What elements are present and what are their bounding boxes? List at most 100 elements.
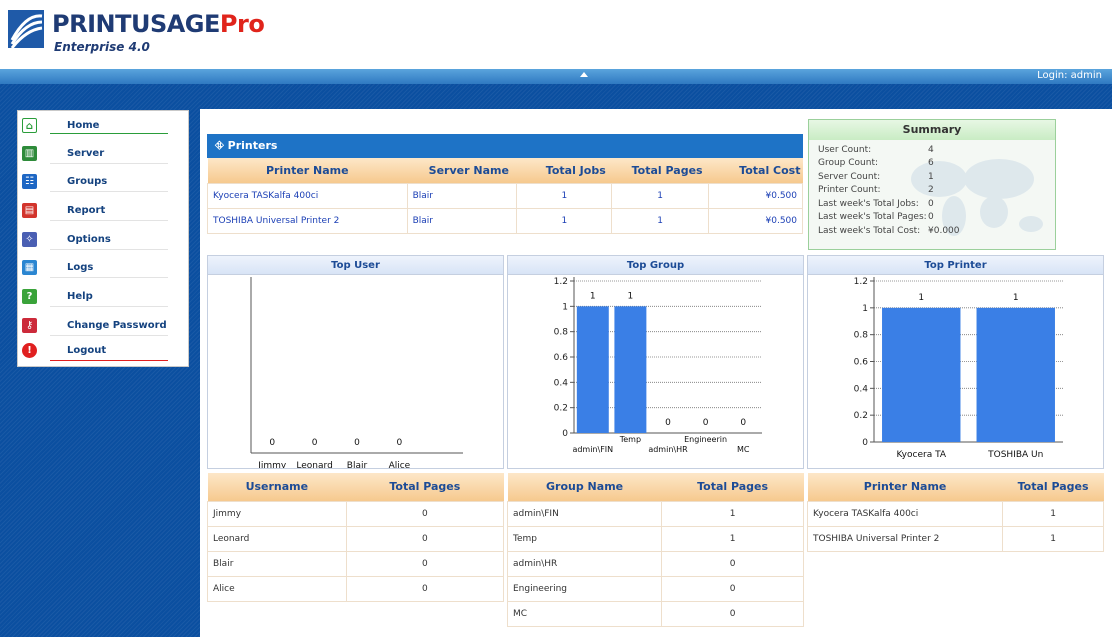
printer-pages-table: Printer Name Total Pages Kyocera TASKalf… xyxy=(806,473,1104,552)
total-jobs-cell: 1 xyxy=(516,207,613,234)
top-group-chart: 0 0.2 0.4 0.6 0.8 1 1.2 1 admin\FIN 1 Temp 0 admin\H… xyxy=(554,277,762,454)
pages-cell: 1 xyxy=(661,525,804,552)
menu-item-logout[interactable]: ! Logout xyxy=(18,338,188,366)
col-printer-name[interactable]: Printer Name xyxy=(207,158,408,183)
menu-label-options: Options xyxy=(67,234,111,245)
table-row[interactable]: TOSHIBA Universal Printer 21 xyxy=(806,525,1104,552)
col-group-total-pages[interactable]: Total Pages xyxy=(661,473,804,501)
table-row[interactable]: Jimmy 0 xyxy=(207,500,505,527)
table-row[interactable]: Kyocera TASKalfa 400ci Blair 1 1 ¥0.500 xyxy=(207,182,803,209)
menu-item-options[interactable]: ✧ Options xyxy=(18,227,188,255)
category-label: Leonard xyxy=(296,461,332,468)
pages-cell: 0 xyxy=(661,575,804,602)
table-row[interactable]: Leonard 0 xyxy=(207,525,505,552)
top-printer-chart: 0 0.2 0.4 0.6 0.8 1 1.2 1 Kyocera TA 1 TOSHIBA Un xyxy=(854,277,1063,460)
data-label: 0 xyxy=(740,418,746,428)
y-tick-label: 1 xyxy=(862,304,868,314)
summary-value: 0 xyxy=(928,199,934,209)
menu-item-groups[interactable]: ☷ Groups xyxy=(18,169,188,197)
table-row[interactable]: TOSHIBA Universal Printer 2 Blair 1 1 ¥0… xyxy=(207,207,803,234)
summary-label: User Count: xyxy=(818,145,872,155)
brand-name: PRINTUSAGE xyxy=(52,10,220,38)
brand-title: PRINTUSAGEPro xyxy=(52,10,265,38)
total-pages-cell: 1 xyxy=(611,207,710,234)
col-total-pages[interactable]: Total Pages xyxy=(611,158,709,183)
group-name-cell: MC xyxy=(506,600,663,627)
table-row[interactable]: admin\FIN 1 xyxy=(506,500,804,527)
printers-panel-title: ⛗ Printers xyxy=(207,134,803,158)
summary-value: 4 xyxy=(928,145,934,155)
col-total-cost[interactable]: Total Cost xyxy=(708,158,803,183)
y-tick-label: 0 xyxy=(862,438,868,448)
top-bar: Login: admin xyxy=(0,69,1112,84)
data-label: 0 xyxy=(354,438,360,448)
menu-active-underline xyxy=(50,133,168,134)
table-row[interactable]: MC 0 xyxy=(506,600,804,627)
printers-header-row: Printer Name Server Name Total Jobs Tota… xyxy=(207,158,803,183)
group-name-cell: admin\FIN xyxy=(506,500,663,527)
col-printer-total-pages[interactable]: Total Pages xyxy=(1002,473,1104,501)
logo-icon xyxy=(8,10,44,48)
summary-label: Last week's Total Pages: xyxy=(818,212,927,222)
menu-item-server[interactable]: ▥ Server xyxy=(18,141,188,169)
summary-value: ¥0.000 xyxy=(928,226,960,236)
total-pages-cell: 1 xyxy=(611,182,710,209)
data-label: 1 xyxy=(918,293,924,303)
summary-value: 6 xyxy=(928,158,934,168)
pages-cell: 1 xyxy=(1002,525,1104,552)
category-label: admin\FIN xyxy=(572,445,613,454)
category-label: TOSHIBA Un xyxy=(987,450,1043,460)
pages-cell: 1 xyxy=(661,500,804,527)
category-label: MC xyxy=(737,445,750,454)
table-row[interactable]: Alice 0 xyxy=(207,575,505,602)
col-username[interactable]: Username xyxy=(207,473,347,501)
y-tick-label: 1.2 xyxy=(554,277,568,287)
menu-item-logs[interactable]: ▦ Logs xyxy=(18,255,188,283)
menu-divider xyxy=(50,191,168,192)
col-printer-name-2[interactable]: Printer Name xyxy=(807,473,1003,501)
report-icon: ▤ xyxy=(22,203,37,218)
col-total-jobs[interactable]: Total Jobs xyxy=(516,158,612,183)
options-icon: ✧ xyxy=(22,232,37,247)
bar xyxy=(614,306,647,433)
menu-label-change-password: Change Password xyxy=(67,320,167,331)
username-cell: Alice xyxy=(207,575,347,602)
table-row[interactable]: Temp 1 xyxy=(506,525,804,552)
category-label: admin\HR xyxy=(648,445,688,454)
menu-label-home: Home xyxy=(67,120,100,131)
menu-item-help[interactable]: ? Help xyxy=(18,284,188,312)
username-cell: Leonard xyxy=(207,525,347,552)
menu-divider xyxy=(50,163,168,164)
pages-cell: 0 xyxy=(661,600,804,627)
col-group-name[interactable]: Group Name xyxy=(507,473,662,501)
y-tick-label: 0.2 xyxy=(854,411,868,421)
bar xyxy=(576,306,609,433)
col-server-name[interactable]: Server Name xyxy=(407,158,517,183)
server-name-cell: Blair xyxy=(406,207,518,234)
printer-name-cell: TOSHIBA Universal Printer 2 xyxy=(806,525,1004,552)
menu-item-change-password[interactable]: ⚷ Change Password xyxy=(18,313,188,341)
y-tick-label: 0 xyxy=(562,429,568,439)
menu-item-report[interactable]: ▤ Report xyxy=(18,198,188,226)
pages-cell: 0 xyxy=(345,550,505,577)
group-name-cell: admin\HR xyxy=(506,550,663,577)
table-row[interactable]: admin\HR 0 xyxy=(506,550,804,577)
printer-pages-header: Printer Name Total Pages xyxy=(807,473,1104,501)
menu-item-home[interactable]: ⌂ Home xyxy=(18,113,188,141)
y-tick-label: 0.8 xyxy=(854,331,869,341)
group-name-cell: Temp xyxy=(506,525,663,552)
top-user-title: Top User xyxy=(208,256,503,275)
menu-divider xyxy=(50,335,168,336)
table-row[interactable]: Blair 0 xyxy=(207,550,505,577)
table-row[interactable]: Engineering 0 xyxy=(506,575,804,602)
collapse-up-icon[interactable] xyxy=(580,72,588,77)
col-user-total-pages[interactable]: Total Pages xyxy=(346,473,504,501)
table-row[interactable]: Kyocera TASKalfa 400ci 1 xyxy=(806,500,1104,527)
pages-cell: 1 xyxy=(1002,500,1104,527)
bar xyxy=(976,307,1055,442)
category-label: Kyocera TA xyxy=(896,450,946,460)
data-label: 1 xyxy=(628,291,634,301)
bar xyxy=(882,307,961,442)
logout-icon: ! xyxy=(22,343,37,358)
groups-icon: ☷ xyxy=(22,174,37,189)
